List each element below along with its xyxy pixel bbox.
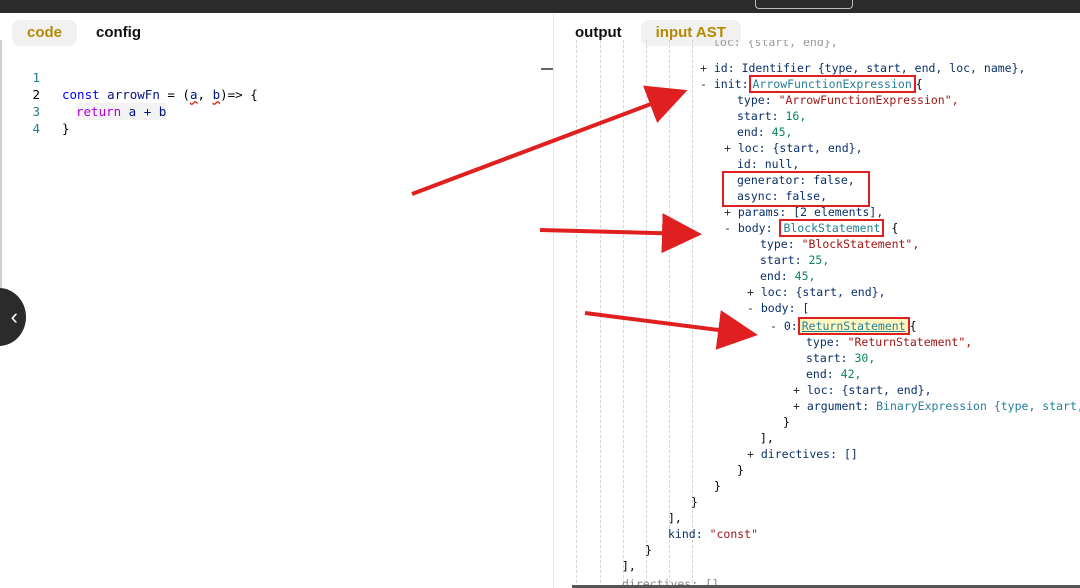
annotation-arrows [411,85,758,350]
arrow-to-return-statement [584,310,758,350]
arrow-to-block-statement [539,213,702,254]
arrow-to-arrow-function [411,85,688,196]
